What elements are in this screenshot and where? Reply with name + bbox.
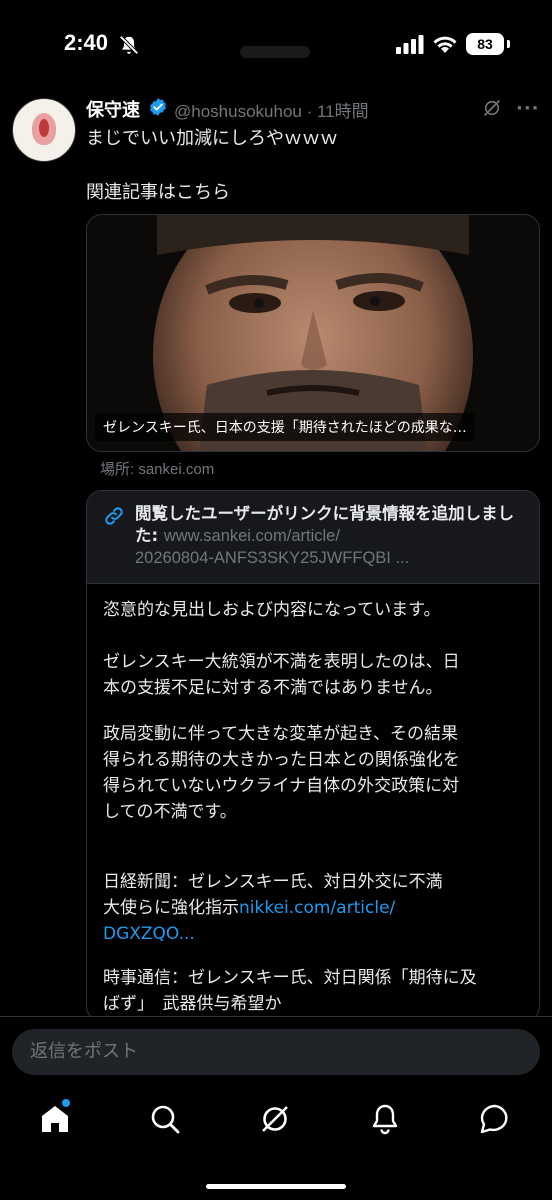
note-paragraph-4-text: 大使らに強化指示 <box>103 898 239 918</box>
status-bar: 2:40 83 <box>0 0 552 90</box>
note-header-url-2[interactable]: 20260804-ANFS3SKY25JWFFQBI ... <box>135 549 409 567</box>
community-note-header[interactable]: 閲覧したユーザーがリンクに背景情報を追加しました: www.sankei.com… <box>87 491 539 584</box>
note-paragraph-3-line1: 政局変動に伴って大きな変革が起き、その結果 <box>103 724 458 744</box>
battery-level: 83 <box>466 33 504 55</box>
card-title: ゼレンスキー氏、日本の支援「期待されたほどの成果な… <box>95 413 475 441</box>
note-paragraph-5-line1: 時事通信：ゼレンスキー氏、対日関係「期待に及 <box>103 968 477 988</box>
messages-icon[interactable] <box>478 1102 512 1136</box>
verified-badge-icon <box>150 98 166 116</box>
note-paragraph-2-line1: ゼレンスキー大統領が不満を表明したのは、日 <box>103 652 460 672</box>
nikkei-link-part2[interactable]: DGXZQO... <box>103 921 195 947</box>
home-icon[interactable] <box>38 1102 72 1136</box>
post-text-line1: まじでいい加減にしろやｗｗｗ <box>86 128 338 149</box>
grok-icon[interactable] <box>258 1102 292 1136</box>
header-title-blur <box>240 46 310 58</box>
nikkei-link-part1[interactable]: nikkei.com/article/ <box>239 898 395 918</box>
link-icon <box>105 507 123 525</box>
community-note: 閲覧したユーザーがリンクに背景情報を追加しました: www.sankei.com… <box>86 490 540 1022</box>
avatar[interactable] <box>12 98 76 162</box>
post-text-line2: 関連記事はこちら <box>86 182 230 203</box>
more-options-icon[interactable]: ··· <box>516 98 539 119</box>
avatar-graphic-center <box>39 119 49 137</box>
author-name[interactable]: 保守速 <box>86 96 140 122</box>
handle-and-time[interactable]: @hoshusokuhou · 11時間 <box>174 97 369 122</box>
wifi-icon <box>433 36 457 53</box>
home-indicator <box>206 1184 346 1189</box>
home-notification-dot <box>62 1099 70 1107</box>
community-note-title: 閲覧したユーザーがリンクに背景情報を追加しました: www.sankei.com… <box>135 503 525 569</box>
note-header-url-1[interactable]: www.sankei.com/article/ <box>164 527 340 545</box>
card-source[interactable]: 場所: sankei.com <box>100 458 214 479</box>
bell-muted-icon <box>119 35 139 55</box>
note-paragraph-3-line3: 得られていないウクライナ自体の外交政策に対 <box>103 776 460 796</box>
notifications-icon[interactable] <box>368 1102 402 1136</box>
note-paragraph-3-line2: 得られる期待の大きかった日本との関係強化を <box>103 750 460 770</box>
link-card[interactable]: ゼレンスキー氏、日本の支援「期待されたほどの成果な… <box>86 214 540 452</box>
reply-bar: 返信をポスト <box>0 1016 552 1087</box>
note-paragraph-4-line1: 日経新聞：ゼレンスキー氏、対日外交に不満 <box>103 872 443 892</box>
grok-icon[interactable] <box>482 98 502 118</box>
battery-tip <box>507 40 510 48</box>
status-time: 2:40 <box>64 30 109 55</box>
cellular-signal-icon <box>396 35 424 54</box>
note-paragraph-4-line2: 大使らに強化指示nikkei.com/article/ <box>103 895 395 921</box>
bottom-tab-bar <box>0 1086 552 1200</box>
search-icon[interactable] <box>148 1102 182 1136</box>
note-paragraph-1: 恣意的な見出しおよび内容になっています。 <box>103 600 441 620</box>
note-paragraph-5-line2: ばず」 武器供与希望か <box>103 994 282 1014</box>
note-paragraph-3-line4: しての不満です。 <box>103 802 237 822</box>
reply-input[interactable]: 返信をポスト <box>12 1029 540 1075</box>
note-paragraph-2-line2: 本の支援不足に対する不満ではありません。 <box>103 678 443 698</box>
